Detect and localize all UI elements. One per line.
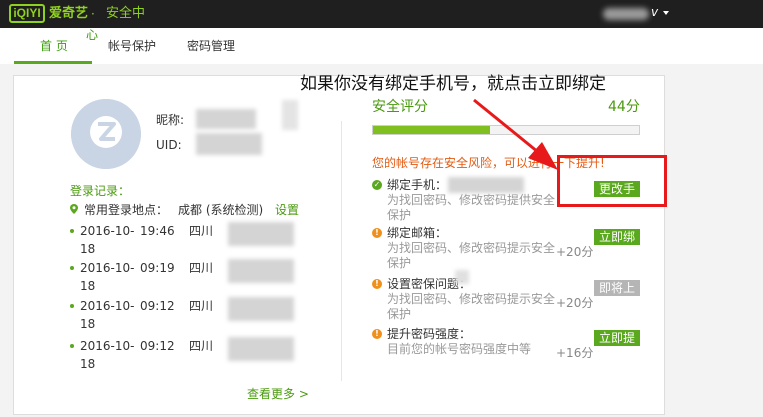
login-record-ip-blurred: [228, 297, 294, 321]
user-name-suffix[interactable]: v: [651, 4, 658, 20]
security-item-description: 为找回密码、修改密码提供安全保护: [387, 193, 556, 222]
login-record-ip-blurred: [228, 259, 294, 283]
bullet-icon: [70, 229, 74, 233]
security-item-description: 为找回密码、修改密码提示安全保护: [387, 292, 556, 321]
security-item-points: +20分: [556, 296, 594, 310]
location-pin-icon: [70, 204, 78, 214]
security-item-points: +16分: [556, 346, 594, 360]
login-record-time: 19:46: [140, 224, 175, 238]
iqiyi-logo[interactable]: iQIYI: [9, 4, 45, 23]
top-bar: iQIYI 爱奇艺 · 安全中 v: [0, 0, 763, 28]
login-record-province: 四川: [189, 261, 214, 275]
login-record-time: 09:12: [140, 299, 175, 313]
security-item-title: 提升密码强度：: [387, 327, 472, 341]
login-record-ip-blurred: [228, 337, 294, 361]
chevron-down-icon[interactable]: [663, 11, 669, 15]
warning-icon: !: [372, 329, 382, 339]
extra-blurred-mark: [455, 270, 469, 284]
security-item-points: +20分: [556, 245, 594, 259]
security-item-title: 绑定邮箱：: [387, 226, 448, 240]
annotation-text: 如果你没有绑定手机号，就点击立即绑定: [300, 74, 606, 94]
warning-icon: !: [372, 228, 382, 238]
bullet-icon: [70, 266, 74, 270]
security-item-description: 为找回密码、修改密码提示安全保护: [387, 241, 556, 270]
security-question-button[interactable]: 即将上: [594, 280, 640, 296]
tab-home[interactable]: 首 页: [40, 38, 68, 54]
uid-value-blurred: [196, 133, 262, 155]
login-record-province: 四川: [189, 224, 214, 238]
security-score-title: 安全评分: [372, 99, 428, 115]
active-tab-indicator: [14, 61, 92, 64]
uid-label: UID:: [156, 138, 182, 152]
upgrade-password-button[interactable]: 立即提: [594, 330, 640, 346]
annotation-highlight-box: [557, 155, 667, 207]
login-record-province: 四川: [189, 339, 214, 353]
login-record-time: 09:12: [140, 339, 175, 353]
bullet-icon: [70, 344, 74, 348]
login-record-time: 09:19: [140, 261, 175, 275]
check-icon: ✓: [372, 180, 382, 190]
login-records-title: 登录记录：: [70, 184, 131, 198]
nav-floating-char: 心: [86, 28, 99, 42]
default-avatar-icon: [71, 99, 141, 169]
tab-password-management[interactable]: 密码管理: [187, 38, 235, 54]
common-location-label: 常用登录地点：: [84, 203, 169, 217]
security-item-title: 绑定手机：: [387, 178, 448, 192]
profile-extra-blurred: [282, 100, 298, 130]
login-record-ip-blurred: [228, 222, 294, 246]
view-more-link[interactable]: 查看更多 >: [247, 387, 309, 401]
warning-icon: !: [372, 279, 382, 289]
brand-separator: ·: [91, 7, 95, 21]
user-name-blurred[interactable]: [603, 8, 649, 20]
bind-email-button[interactable]: 立即绑: [594, 229, 640, 245]
security-item-description: 目前您的帐号密码强度中等: [387, 342, 532, 356]
brand-name: 爱奇艺: [49, 6, 89, 21]
column-divider: [341, 121, 342, 381]
login-record-province: 四川: [189, 299, 214, 313]
page-subtitle: 安全中: [106, 6, 146, 21]
main-nav: 心 首 页 帐号保护 密码管理: [0, 28, 763, 64]
set-location-link[interactable]: 设置: [275, 203, 299, 217]
nickname-value-blurred: [196, 109, 256, 129]
security-score-value: 44分: [608, 99, 640, 115]
bullet-icon: [70, 304, 74, 308]
nickname-label: 昵称:: [156, 113, 185, 127]
avatar[interactable]: [71, 99, 141, 169]
tab-account-protection[interactable]: 帐号保护: [108, 38, 156, 54]
common-location-value: 成都 (系统检测): [178, 203, 264, 217]
